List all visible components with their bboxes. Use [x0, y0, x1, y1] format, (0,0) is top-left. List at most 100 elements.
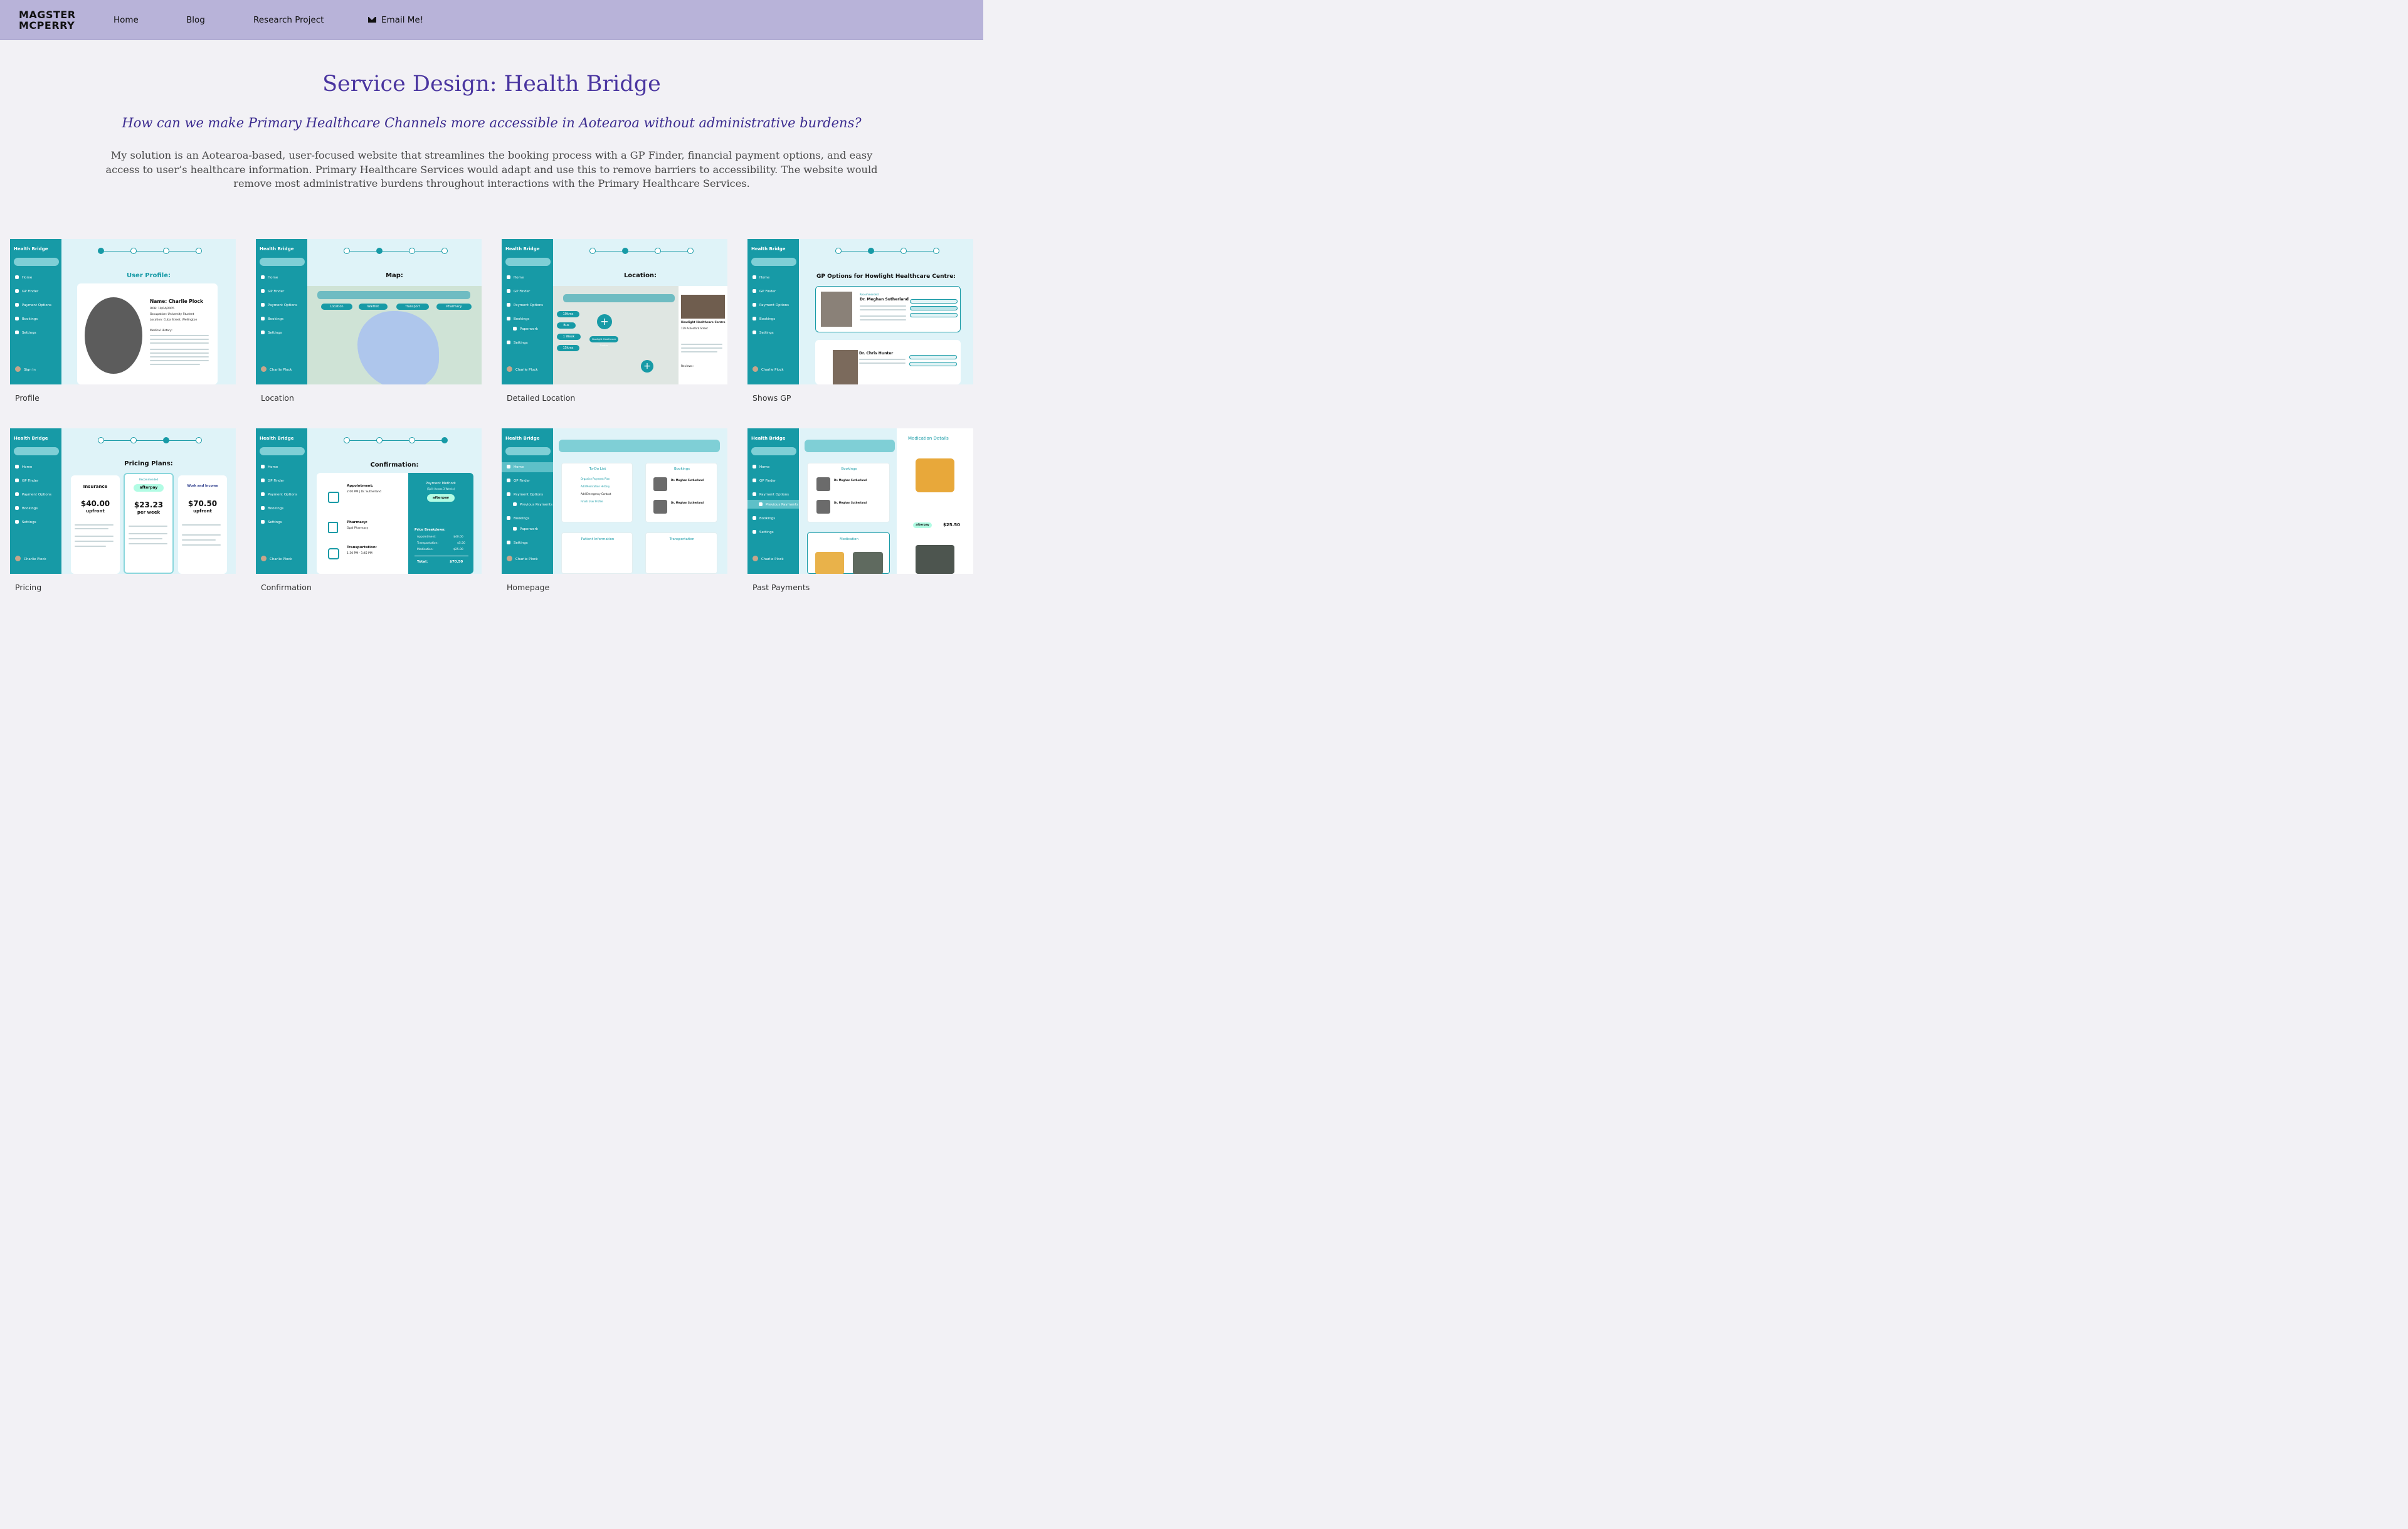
plan-unit: upfront — [86, 509, 105, 514]
sidebar-item-payment: Payment Options — [507, 303, 543, 307]
plan-insurance: Insurance $40.00 upfront — [71, 475, 120, 574]
screenshot-profile[interactable]: Health Bridge Home GP Finder Payment Opt… — [10, 239, 236, 384]
screenshot-homepage[interactable]: Health Bridge Home GP Finder Payment Opt… — [502, 428, 727, 574]
sidebar-item-home: Home — [752, 275, 769, 280]
plan-brand: Insurance — [83, 484, 108, 489]
app-sidebar: Health Bridge Home GP Finder Payment Opt… — [10, 239, 61, 384]
appointment-time: 2:00 PM | Dr. Sutherland — [347, 490, 381, 494]
progress-steps — [98, 437, 204, 450]
recommended-tag: Recommended — [139, 478, 159, 481]
nav-home-link[interactable]: Home — [114, 15, 139, 25]
research-question: How can we make Primary Healthcare Chann… — [122, 115, 862, 130]
sidebar-user: Charlie Plock — [752, 366, 784, 372]
detail-bus: Bus — [557, 322, 576, 329]
breakdown-row-label: Medication: — [417, 548, 434, 551]
progress-steps — [344, 437, 450, 450]
sidebar-item-settings: Settings — [752, 331, 774, 335]
progress-steps — [98, 248, 204, 260]
breakdown-row-value: $5.50 — [457, 542, 465, 545]
caption-location: Location — [261, 393, 294, 403]
sidebar-item-bookings: Bookings — [15, 317, 38, 321]
nav-research-link[interactable]: Research Project — [253, 15, 324, 25]
app-brand: Health Bridge — [505, 436, 540, 441]
payment-summary: Payment Method: (Split Across 3 Weeks) a… — [408, 473, 473, 574]
project-description: My solution is an Aotearoa-based, user-f… — [105, 149, 878, 189]
sidebar-item-paperwork: Paperwork — [513, 327, 538, 331]
site-logo[interactable]: MAGSTER MCPERRY — [19, 9, 76, 31]
map-view: Location Waitlist Transport Pharmacy — [307, 286, 482, 384]
pharmacy-icon — [328, 522, 338, 533]
sidebar-item-home: Home — [261, 275, 278, 280]
todo-item: Add Medication History — [581, 485, 610, 488]
sidebar-item-payment: Payment Options — [15, 492, 51, 497]
screenshot-confirmation[interactable]: Health Bridge Home GP Finder Payment Opt… — [256, 428, 482, 574]
nav-blog-link[interactable]: Blog — [186, 15, 205, 25]
sidebar-item-payment: Payment Options — [752, 303, 789, 307]
nav-email-link[interactable]: Email Me! — [368, 15, 423, 25]
medication-photo — [916, 545, 954, 574]
sidebar-user: Charlie Plock — [261, 366, 292, 372]
screenshot-location[interactable]: Health Bridge Home GP Finder Payment Opt… — [256, 239, 482, 384]
profile-dob: DOB: 19/04/2005 — [150, 307, 174, 310]
sidebar-sign-in: Sign In — [15, 366, 36, 372]
screenshot-shows-gp[interactable]: Health Bridge Home GP Finder Payment Opt… — [747, 239, 973, 384]
nav-email-label: Email Me! — [381, 15, 424, 25]
app-brand: Health Bridge — [14, 246, 48, 251]
plan-price: $40.00 — [80, 499, 110, 508]
booking-doctor: Dr. Meghan Sutherland — [671, 479, 704, 482]
caption-homepage: Homepage — [507, 583, 550, 592]
top-nav: MAGSTER MCPERRY Home Blog Research Proje… — [0, 0, 983, 40]
bus-icon — [328, 548, 339, 559]
gp-photo — [821, 292, 852, 327]
screenshot-past-payments[interactable]: Health Bridge Home GP Finder Payment Opt… — [747, 428, 973, 574]
screenshot-detailed-location[interactable]: Health Bridge Home GP Finder Payment Opt… — [502, 239, 727, 384]
map-pin-icon-2: + — [641, 360, 653, 373]
map-search-bar — [563, 294, 675, 302]
plan-work-income: Work and Income $70.50 upfront — [178, 475, 227, 574]
envelope-icon — [368, 17, 376, 23]
sidebar-user: Charlie Plock — [752, 556, 784, 561]
sidebar-item-settings: Settings — [507, 541, 528, 545]
gp-photo — [833, 350, 858, 384]
screen-heading: User Profile: — [126, 272, 171, 279]
todo-tile: To-Do List Organise Payment Plan Add Med… — [561, 463, 633, 522]
app-sidebar: Health Bridge Home GP Finder Payment Opt… — [10, 428, 61, 574]
screen-heading: Confirmation: — [370, 462, 419, 468]
sidebar-item-home: Home — [507, 465, 524, 469]
plan-brand: afterpay — [134, 484, 164, 492]
sidebar-search — [14, 447, 59, 455]
breakdown-row-value: $25.00 — [453, 548, 463, 551]
sidebar-item-home: Home — [261, 465, 278, 469]
app-sidebar: Health Bridge Home GP Finder Payment Opt… — [256, 428, 307, 574]
sidebar-item-prev-payments: Previous Payments — [513, 502, 552, 507]
sidebar-item-payment: Payment Options — [507, 492, 543, 497]
sidebar-item-gp-finder: GP Finder — [507, 289, 530, 294]
breakdown-row-label: Appointment: — [417, 536, 436, 539]
total-value: $70.50 — [450, 560, 463, 564]
harbour-shape — [357, 311, 439, 384]
plan-price: $70.50 — [187, 499, 218, 508]
sidebar-user: Charlie Plock — [15, 556, 46, 561]
medication-photo — [853, 552, 883, 574]
caption-pricing: Pricing — [15, 583, 42, 592]
breakdown-row-value: $40.00 — [453, 536, 463, 539]
medication-photo — [916, 458, 954, 492]
profile-panel: Name: Charlie Plock DOB: 19/04/2005 Occu… — [77, 283, 218, 384]
map-pin-label: Howlight Healthcare Centre — [589, 336, 618, 347]
bookings-tile: Bookings Dr. Meghan Sutherland Dr. Megha… — [807, 463, 890, 522]
doctor-photo — [653, 477, 667, 491]
profile-history-label: Medical History: — [150, 329, 172, 332]
screenshot-pricing[interactable]: Health Bridge Home GP Finder Payment Opt… — [10, 428, 236, 574]
sidebar-item-bookings: Bookings — [752, 317, 775, 321]
sidebar-search — [505, 258, 551, 266]
sidebar-search — [751, 258, 796, 266]
app-sidebar: Health Bridge Home GP Finder Payment Opt… — [747, 239, 799, 384]
place-name: Howlight Healthcare Centre — [681, 321, 726, 324]
progress-steps — [589, 248, 696, 260]
page-title: Service Design: Health Bridge — [322, 71, 661, 97]
sidebar-item-bookings: Bookings — [261, 506, 283, 511]
sidebar-item-gp-finder: GP Finder — [15, 479, 38, 483]
sidebar-item-home: Home — [15, 465, 32, 469]
amount-value: $25.50 — [943, 522, 961, 527]
caption-detailed-location: Detailed Location — [507, 393, 576, 403]
